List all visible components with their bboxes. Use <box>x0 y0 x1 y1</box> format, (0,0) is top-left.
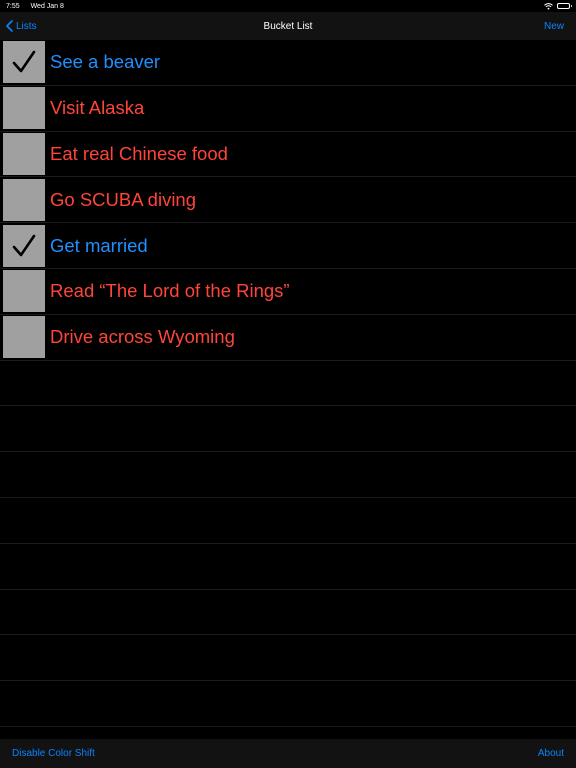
list-item[interactable]: Eat real Chinese food <box>0 132 576 178</box>
list-item[interactable]: See a beaver <box>0 40 576 86</box>
back-button-label: Lists <box>16 20 37 32</box>
item-checkbox[interactable] <box>3 316 45 359</box>
new-button[interactable]: New <box>544 12 564 40</box>
nav-bar: Lists Bucket List New <box>0 12 576 40</box>
list-item[interactable]: Visit Alaska <box>0 86 576 132</box>
item-label: Read “The Lord of the Rings” <box>50 280 290 302</box>
item-label: Get married <box>50 234 148 256</box>
empty-row <box>0 361 576 407</box>
list-item[interactable]: Get married <box>0 223 576 269</box>
bucket-list: See a beaver Visit Alaska Eat real Chinese… <box>0 40 576 739</box>
item-label: Drive across Wyoming <box>50 326 235 348</box>
item-checkbox[interactable] <box>3 270 45 313</box>
item-checkbox[interactable] <box>3 132 45 175</box>
battery-icon <box>557 3 572 9</box>
item-label: See a beaver <box>50 51 161 73</box>
item-checkbox[interactable] <box>3 41 45 84</box>
disable-color-shift-button[interactable]: Disable Color Shift <box>12 748 95 759</box>
empty-row <box>0 544 576 590</box>
item-label: Visit Alaska <box>50 97 145 119</box>
item-checkbox[interactable] <box>3 224 45 267</box>
item-checkbox[interactable] <box>3 178 45 221</box>
empty-row <box>0 498 576 544</box>
status-bar: 7:55 Wed Jan 8 <box>0 0 576 12</box>
list-item[interactable]: Read “The Lord of the Rings” <box>0 269 576 315</box>
item-label: Go SCUBA diving <box>50 188 197 210</box>
chevron-left-icon <box>6 20 13 32</box>
back-button[interactable]: Lists <box>6 12 37 40</box>
status-right <box>544 2 572 10</box>
about-button[interactable]: About <box>538 748 564 759</box>
empty-row <box>0 681 576 727</box>
app: 7:55 Wed Jan 8 Lists Bucket List New See… <box>0 0 576 768</box>
toolbar: Disable Color Shift About <box>0 739 576 768</box>
item-checkbox[interactable] <box>3 87 45 130</box>
empty-row <box>0 406 576 453</box>
status-date: Wed Jan 8 <box>30 2 64 10</box>
checkmark-icon <box>11 49 37 75</box>
empty-row <box>0 590 576 636</box>
page-title: Bucket List <box>263 20 313 32</box>
list-item[interactable]: Drive across Wyoming <box>0 315 576 361</box>
status-left: 7:55 Wed Jan 8 <box>6 3 73 10</box>
status-time: 7:55 <box>6 2 20 10</box>
empty-row <box>0 452 576 498</box>
list-item[interactable]: Go SCUBA diving <box>0 177 576 224</box>
wifi-icon <box>544 2 553 10</box>
empty-row <box>0 635 576 682</box>
item-label: Eat real Chinese food <box>50 142 228 164</box>
checkmark-icon <box>11 233 37 259</box>
